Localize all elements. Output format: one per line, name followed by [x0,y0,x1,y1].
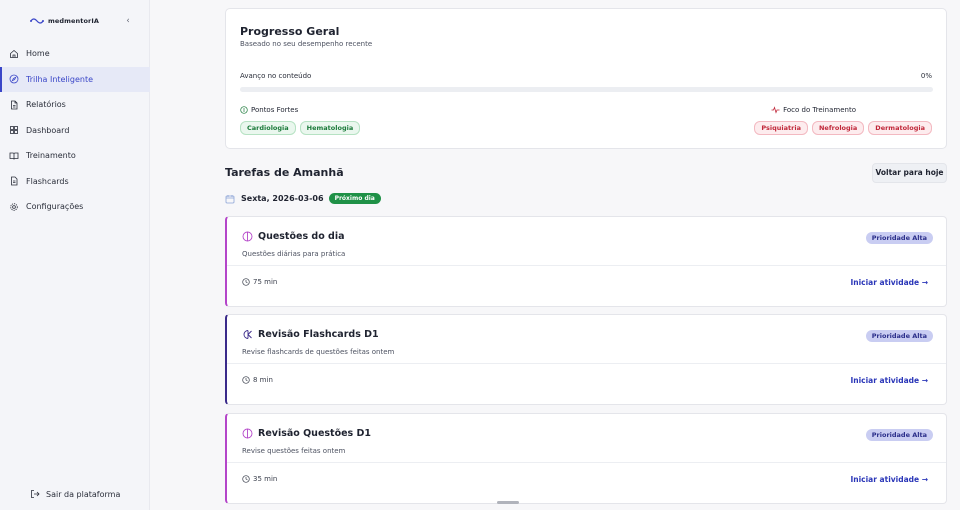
focus-label: Foco do Treinamento [783,106,856,114]
sidebar: medmentorIA ‹ Home Trilha Inteligente Re… [0,0,150,510]
grid-icon [10,126,18,135]
next-day-badge: Próximo dia [328,193,381,204]
cards-icon [11,176,18,186]
strengths-heading: Pontos Fortes [240,106,298,114]
brain-icon [242,428,253,439]
logo-text: medmentorIA [48,17,99,25]
strength-tag: Cardiologia [240,121,296,135]
clock-icon [242,475,250,483]
task-description: Questões diárias para prática [242,250,346,258]
start-activity-link[interactable]: Iniciar atividade → [850,376,928,385]
sidebar-item-flashcards[interactable]: Flashcards [0,169,150,195]
logo-mark-icon [30,18,44,24]
focus-heading: Foco do Treinamento [771,106,856,114]
priority-badge: Prioridade Alta [865,429,933,441]
focus-tag: Dermatologia [868,121,932,135]
sidebar-item-dashboard[interactable]: Dashboard [0,118,150,144]
sidebar-item-relatorios[interactable]: Relatórios [0,92,150,118]
info-circle-icon [240,106,248,114]
task-card[interactable]: Revisão Questões D1 Revise questões feit… [225,413,947,504]
pulse-icon [771,106,780,114]
task-card[interactable]: Revisão Flashcards D1 Revise flashcards … [225,314,947,405]
task-duration: 8 min [242,376,273,384]
document-icon [11,100,18,110]
date-row: Sexta, 2026-03-06 Próximo dia [225,193,381,204]
task-card[interactable]: Questões do dia Questões diárias para pr… [225,216,947,307]
calendar-icon [225,194,235,203]
task-divider [227,265,946,266]
scrollbar-thumb[interactable] [497,501,519,504]
progress-card: Progresso Geral Baseado no seu desempenh… [225,8,947,149]
sidebar-item-label: Flashcards [26,176,69,186]
task-divider [227,462,946,463]
logout-button[interactable]: Sair da plataforma [30,489,120,499]
task-duration: 35 min [242,475,277,483]
logout-icon [31,490,40,498]
main-content: Progresso Geral Baseado no seu desempenh… [150,0,960,510]
task-title-text: Revisão Flashcards D1 [258,329,379,340]
task-title: Questões do dia [242,231,345,242]
sidebar-nav: Home Trilha Inteligente Relatórios Dashb… [0,41,150,220]
task-duration: 75 min [242,278,277,286]
sidebar-item-label: Treinamento [26,151,76,161]
strengths-tags: Cardiologia Hematologia [240,121,361,135]
progress-title: Progresso Geral [240,25,340,38]
duration-text: 75 min [253,278,278,286]
advance-value: 0% [920,72,932,80]
task-title-text: Revisão Questões D1 [258,428,372,439]
logo[interactable]: medmentorIA ‹ [30,14,134,28]
strengths-label: Pontos Fortes [251,106,299,114]
home-icon [10,49,18,58]
start-activity-link[interactable]: Iniciar atividade → [850,278,928,287]
clock-icon [242,376,250,384]
advance-progress-bar [240,87,933,92]
progress-subtitle: Baseado no seu desempenho recente [240,40,373,48]
priority-badge: Prioridade Alta [865,330,933,342]
task-divider [227,363,946,364]
task-description: Revise flashcards de questões feitas ont… [242,348,395,356]
clock-icon [242,278,250,286]
logout-label: Sair da plataforma [46,489,121,499]
task-description: Revise questões feitas ontem [242,447,346,455]
collapse-sidebar-button[interactable]: ‹ [122,14,134,28]
advance-label: Avanço no conteúdo [240,72,312,80]
duration-text: 35 min [253,475,278,483]
focus-tags: Psiquiatria Nefrologia Dermatologia [754,121,932,135]
back-to-today-button[interactable]: Voltar para hoje [872,163,947,183]
duration-text: 8 min [253,376,273,384]
strength-tag: Hematologia [299,121,361,135]
task-title-text: Questões do dia [258,231,345,242]
sidebar-item-trilha-inteligente[interactable]: Trilha Inteligente [0,66,150,92]
compass-icon [9,74,19,84]
sidebar-item-label: Home [26,49,50,59]
sidebar-item-label: Dashboard [26,125,70,135]
sidebar-item-treinamento[interactable]: Treinamento [0,143,150,169]
tasks-title: Tarefas de Amanhã [225,166,344,179]
date-text: Sexta, 2026-03-06 [241,194,324,203]
task-title: Revisão Questões D1 [242,428,371,439]
priority-badge: Prioridade Alta [865,232,933,244]
flashcard-brain-icon [243,330,252,339]
sidebar-item-label: Relatórios [26,100,66,110]
task-title: Revisão Flashcards D1 [242,329,379,340]
start-activity-link[interactable]: Iniciar atividade → [850,475,928,484]
sidebar-item-home[interactable]: Home [0,41,150,67]
sidebar-item-configuracoes[interactable]: Configurações [0,194,150,220]
gear-icon [10,203,18,211]
sidebar-item-label: Configurações [26,202,84,212]
focus-tag: Psiquiatria [754,121,808,135]
focus-tag: Nefrologia [811,121,865,135]
brain-icon [242,231,253,242]
sidebar-item-label: Trilha Inteligente [26,74,94,84]
book-icon [9,152,19,160]
